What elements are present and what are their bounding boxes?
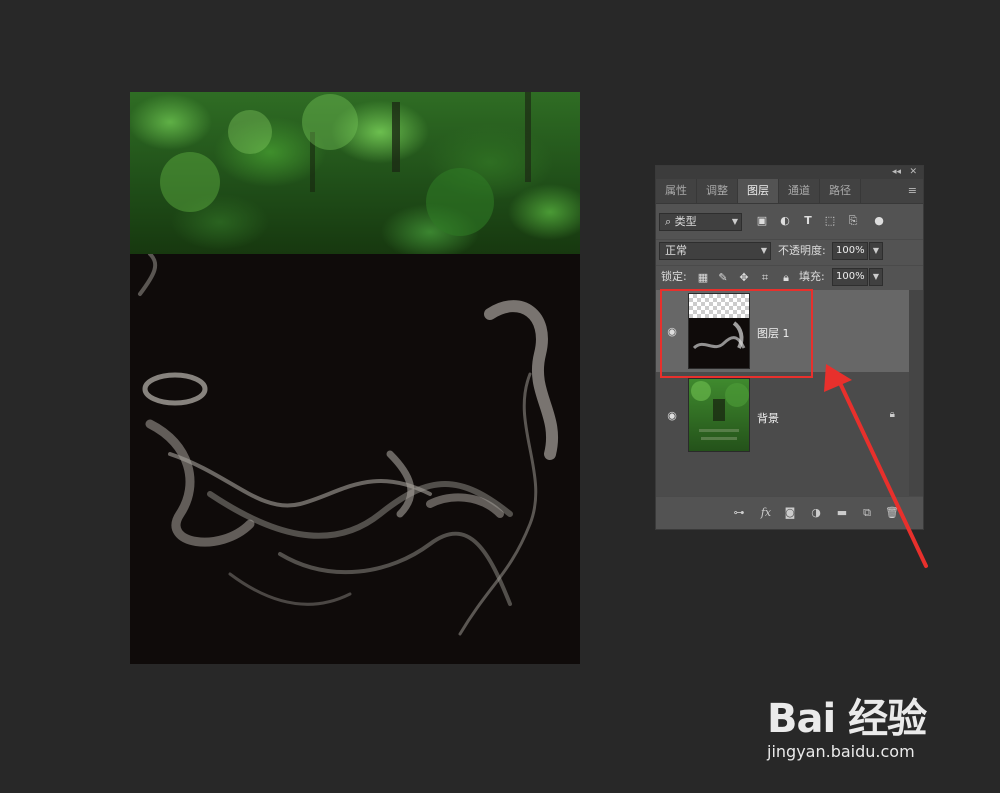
watermark-url: jingyan.baidu.com — [767, 742, 915, 761]
watermark-logo: Bai 经验 — [767, 696, 927, 742]
watermark: Bai 经验 jingyan.baidu.com — [767, 686, 967, 776]
arrow-icon — [824, 364, 928, 568]
